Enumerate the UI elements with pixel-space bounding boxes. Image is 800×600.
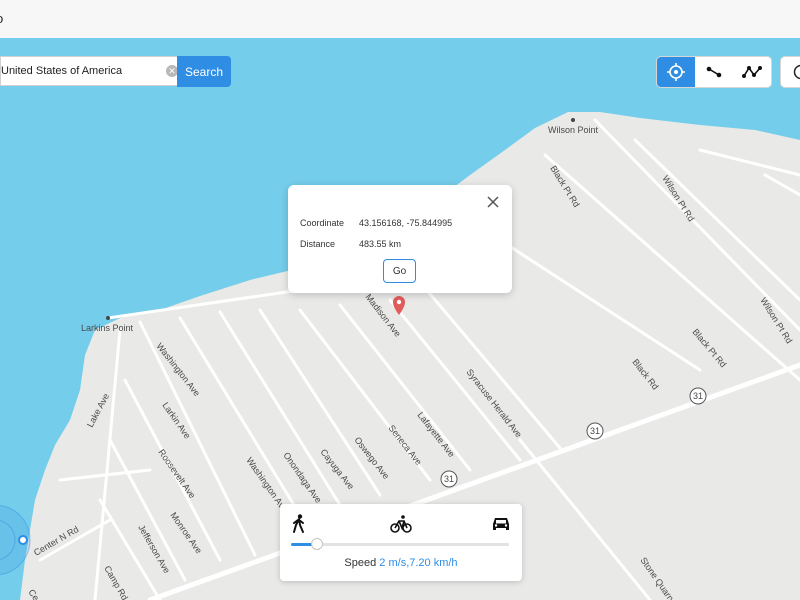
location-popup: Coordinate 43.156168, -75.844995 Distance…	[288, 185, 512, 293]
two-spot-route-icon	[706, 66, 722, 78]
route-31-shield-1: 31	[440, 470, 458, 488]
window-titlebar: o	[0, 0, 800, 39]
speed-panel: Speed 2 m/s,7.20 km/h	[280, 504, 522, 581]
svg-text:31: 31	[444, 474, 454, 484]
search-box: ✕	[0, 56, 178, 86]
window-title: o	[0, 11, 3, 26]
distance-value: 483.55 km	[359, 239, 402, 249]
multi-spot-route-icon	[742, 66, 762, 78]
coordinate-value: 43.156168, -75.844995	[359, 218, 453, 228]
svg-text:31: 31	[693, 391, 703, 401]
larkins-point-marker	[106, 316, 110, 320]
speed-readout: Speed 2 m/s,7.20 km/h	[280, 557, 522, 569]
close-icon[interactable]	[485, 194, 501, 210]
speed-label: Speed	[344, 557, 377, 569]
speed-value: 2 m/s,7.20 km/h	[379, 557, 458, 569]
walking-icon[interactable]	[291, 514, 307, 534]
label-wilson-point: Wilson Point	[548, 125, 599, 135]
distance-label: Distance	[300, 239, 336, 249]
wilson-point-marker	[571, 118, 575, 122]
cycling-icon[interactable]	[390, 514, 412, 534]
speed-slider[interactable]	[291, 538, 509, 550]
distance-row: Distance 483.55 km	[300, 239, 401, 249]
extra-tool-button[interactable]	[781, 57, 800, 87]
multi-spot-mode-button[interactable]	[733, 57, 771, 87]
search-button[interactable]: Search	[177, 56, 231, 87]
two-spot-mode-button[interactable]	[695, 57, 733, 87]
mode-toolbar	[657, 57, 771, 87]
go-button[interactable]: Go	[383, 259, 416, 283]
search-input[interactable]	[1, 57, 161, 85]
route-31-shield-3: 31	[689, 387, 707, 405]
label-larkins-point: Larkins Point	[81, 323, 134, 333]
speed-slider-handle[interactable]	[311, 538, 324, 550]
crosshair-icon	[667, 63, 685, 81]
coordinate-label: Coordinate	[300, 218, 345, 228]
circle-tool-icon	[793, 64, 800, 80]
teleport-mode-button[interactable]	[657, 57, 695, 87]
coordinate-row: Coordinate 43.156168, -75.844995	[300, 218, 452, 228]
route-31-shield-2: 31	[586, 422, 604, 440]
car-icon[interactable]	[491, 514, 511, 534]
svg-text:31: 31	[590, 426, 600, 436]
